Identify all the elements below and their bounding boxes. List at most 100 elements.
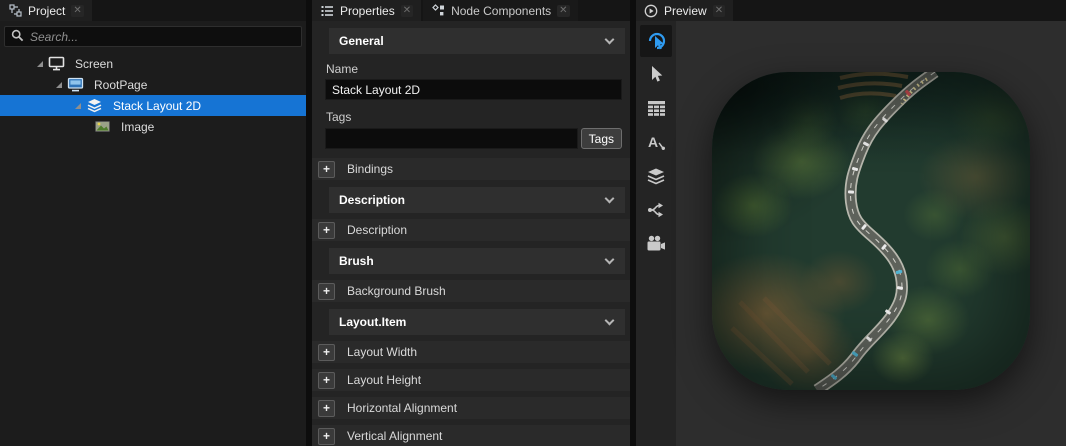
tree-item-screen[interactable]: Screen [0,53,306,74]
add-layout-height-button[interactable]: + [318,372,335,389]
tool-text-analysis[interactable]: A [643,130,669,156]
expander-icon[interactable] [75,103,81,109]
properties-list-icon [320,4,334,18]
background-brush-label: Background Brush [347,284,446,298]
screen-icon [48,56,65,71]
project-panel: Project ✕ Screen Ro [0,0,306,446]
section-brush[interactable]: Brush [329,248,625,274]
section-brush-label: Brush [339,254,374,268]
tool-interact[interactable] [640,25,672,57]
tool-grid[interactable] [643,96,669,122]
add-horizontal-alignment-button[interactable]: + [318,400,335,417]
close-icon[interactable]: ✕ [71,5,83,17]
close-icon[interactable]: ✕ [557,5,569,17]
layout-width-row[interactable]: + Layout Width [312,341,630,363]
tab-node-components[interactable]: Node Components ✕ [423,0,577,21]
layout-height-row[interactable]: + Layout Height [312,369,630,391]
project-tree: Screen RootPage Stack Layout 2D [0,53,306,446]
project-icon [8,4,22,18]
description-label: Description [347,223,407,237]
section-description-label: Description [339,193,405,207]
expander-icon[interactable] [56,82,62,88]
studio-window: Project ✕ Screen Ro [0,0,1066,446]
tab-properties-label: Properties [340,4,395,18]
preview-toolbar: A [636,21,676,446]
preview-body: A [636,21,1066,446]
layout-height-label: Layout Height [347,373,421,387]
search-icon [11,29,24,45]
tab-preview[interactable]: Preview ✕ [636,0,733,21]
background-brush-row[interactable]: + Background Brush [312,280,630,302]
preview-tabbar: Preview ✕ [636,0,1066,21]
tree-item-label: RootPage [94,78,147,92]
tab-node-components-label: Node Components [451,4,551,18]
fork-icon [647,201,666,222]
image-icon [94,119,111,134]
chevron-down-icon [605,254,615,264]
tab-properties[interactable]: Properties ✕ [312,0,421,21]
project-tabbar: Project ✕ [0,0,306,21]
interact-cursor-icon [645,29,667,54]
tree-item-label: Image [121,120,154,134]
add-layout-width-button[interactable]: + [318,344,335,361]
stack-layout-icon [86,98,103,113]
add-binding-button[interactable]: + [318,161,335,178]
bindings-row[interactable]: + Bindings [312,158,630,180]
add-description-button[interactable]: + [318,222,335,239]
tool-fork[interactable] [643,198,669,224]
expander-icon[interactable] [37,61,43,67]
tree-item-label: Screen [75,57,113,71]
section-general[interactable]: General [329,28,625,54]
rootpage-icon [67,77,84,92]
tree-item-image[interactable]: Image [0,116,306,137]
add-background-brush-button[interactable]: + [318,283,335,300]
name-input[interactable] [325,79,622,100]
tree-item-label: Stack Layout 2D [113,99,201,113]
chevron-down-icon [605,193,615,203]
tab-preview-label: Preview [664,4,707,18]
properties-body: General Name Tags Tags + Bindings Descri… [312,21,630,446]
section-layout-item[interactable]: Layout.Item [329,309,625,335]
tool-camera[interactable] [643,232,669,258]
tags-label: Tags [326,110,630,124]
grid-icon [647,100,666,119]
horizontal-alignment-row[interactable]: + Horizontal Alignment [312,397,630,419]
tree-item-rootpage[interactable]: RootPage [0,74,306,95]
tab-project-label: Project [28,4,65,18]
tags-row: Tags [325,128,622,149]
preview-play-icon [644,4,658,18]
name-label: Name [326,62,630,76]
svg-text:A: A [648,134,658,150]
section-description[interactable]: Description [329,187,625,213]
chevron-down-icon [605,315,615,325]
search-box[interactable] [4,26,302,47]
tool-layers[interactable] [643,164,669,190]
close-icon[interactable]: ✕ [401,5,413,17]
tree-item-stack-layout-2d[interactable]: Stack Layout 2D [0,95,306,116]
layers-icon [646,167,666,188]
tags-button[interactable]: Tags [581,128,622,149]
preview-image[interactable] [712,72,1030,390]
chevron-down-icon [605,34,615,44]
search-input[interactable] [30,30,295,44]
tags-input[interactable] [325,128,578,149]
node-components-icon [431,4,445,18]
camera-icon [646,235,666,255]
add-vertical-alignment-button[interactable]: + [318,428,335,445]
select-cursor-icon [647,65,665,86]
horizontal-alignment-label: Horizontal Alignment [347,401,457,415]
tool-select[interactable] [643,62,669,88]
section-general-label: General [339,34,384,48]
properties-panel: Properties ✕ Node Components ✕ General N… [312,0,630,446]
preview-panel: Preview ✕ [636,0,1066,446]
text-analysis-icon: A [647,133,666,154]
tab-project[interactable]: Project ✕ [0,0,92,21]
section-layout-item-label: Layout.Item [339,315,406,329]
vertical-alignment-row[interactable]: + Vertical Alignment [312,425,630,446]
vertical-alignment-label: Vertical Alignment [347,429,442,443]
description-row[interactable]: + Description [312,219,630,241]
layout-width-label: Layout Width [347,345,417,359]
road-overlay [712,72,1030,390]
properties-tabbar: Properties ✕ Node Components ✕ [312,0,630,21]
close-icon[interactable]: ✕ [713,5,725,17]
